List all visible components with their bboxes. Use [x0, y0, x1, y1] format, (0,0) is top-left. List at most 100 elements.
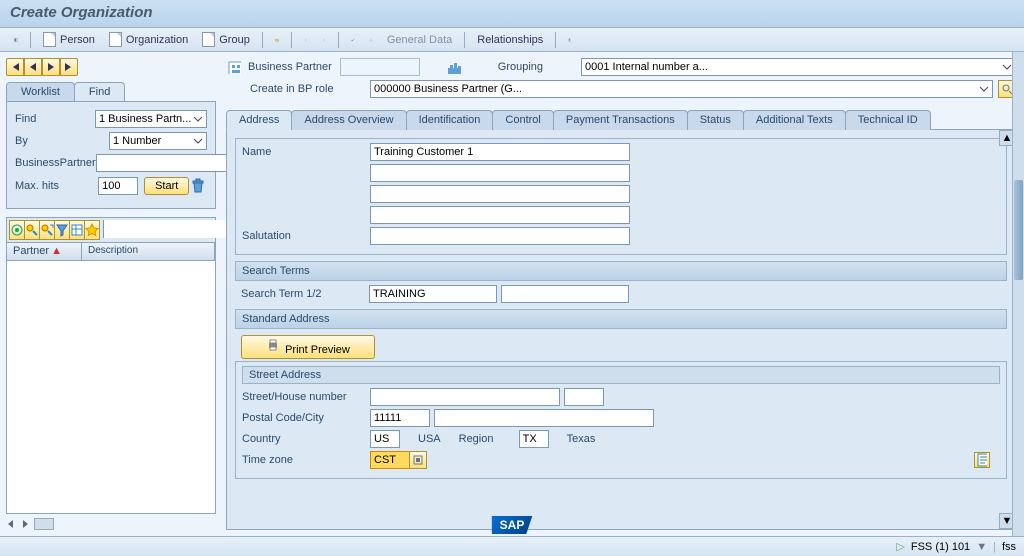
find-label: Find — [15, 113, 95, 125]
postal-label: Postal Code/City — [242, 412, 370, 424]
result-toolbar — [6, 217, 216, 242]
bp-label: Business Partner — [248, 61, 332, 73]
street-address-section: Street Address Street/House number Posta… — [235, 361, 1007, 479]
tab-address[interactable]: Address — [226, 110, 292, 130]
search-term1-input[interactable] — [369, 285, 497, 303]
main-toolbar: Person Organization Group General Data R… — [0, 28, 1024, 52]
toggle-icon[interactable] — [8, 32, 24, 48]
filter-icon[interactable] — [54, 220, 70, 240]
timezone-input[interactable] — [370, 451, 410, 469]
trash-icon[interactable] — [189, 176, 207, 196]
prev-record-icon[interactable] — [24, 58, 42, 76]
region-label: Region — [459, 433, 519, 445]
organization-label: Organization — [126, 34, 188, 46]
name4-input[interactable] — [370, 206, 630, 224]
printer-icon — [266, 338, 282, 354]
search-next-icon[interactable] — [39, 220, 55, 240]
document-icon — [202, 32, 215, 47]
server-name: fss — [1002, 541, 1016, 553]
forward-arrow-icon[interactable] — [316, 32, 332, 48]
general-data-button[interactable]: General Data — [381, 32, 458, 48]
street-input[interactable] — [370, 388, 560, 406]
system-status: FSS (1) 101 — [911, 541, 970, 553]
detail-icon[interactable] — [974, 452, 990, 468]
country-input[interactable] — [370, 430, 400, 448]
hierarchy-icon[interactable] — [363, 32, 379, 48]
general-data-label: General Data — [387, 34, 452, 46]
tab-technical-id[interactable]: Technical ID — [845, 110, 931, 130]
group-label: Group — [219, 34, 250, 46]
horizontal-scroll[interactable] — [6, 518, 216, 530]
first-record-icon[interactable] — [6, 58, 24, 76]
left-column: Worklist Find Find 1 Business Partn... B… — [0, 52, 222, 536]
search-terms-header: Search Terms — [235, 261, 1007, 281]
grouping-label: Grouping — [498, 61, 543, 73]
next-record-icon[interactable] — [42, 58, 60, 76]
tab-find[interactable]: Find — [74, 82, 125, 101]
maxhits-input[interactable] — [98, 177, 138, 195]
back-arrow-icon[interactable] — [298, 32, 314, 48]
timezone-lookup-icon[interactable] — [409, 451, 427, 469]
by-label: By — [15, 135, 109, 147]
bp-header-row: Business Partner Grouping 0001 Internal … — [226, 58, 1016, 76]
tab-identification[interactable]: Identification — [406, 110, 494, 130]
bp-label: BusinessPartner — [15, 157, 96, 169]
person-button[interactable]: Person — [37, 30, 101, 49]
col-partner[interactable]: Partner▲ — [7, 243, 82, 260]
document-icon — [109, 32, 122, 47]
group-button[interactable]: Group — [196, 30, 256, 49]
tab-status[interactable]: Status — [687, 110, 744, 130]
houseno-input[interactable] — [564, 388, 604, 406]
relationships-button[interactable]: Relationships — [471, 32, 549, 48]
region-input[interactable] — [519, 430, 549, 448]
favorite-icon[interactable] — [84, 220, 100, 240]
tab-control[interactable]: Control — [492, 110, 553, 130]
by-select[interactable]: 1 Number — [109, 132, 207, 150]
sap-logo: SAP — [492, 516, 533, 534]
result-header: Partner▲ Description — [7, 243, 215, 261]
open-folder-icon[interactable] — [269, 32, 285, 48]
search-icon[interactable] — [24, 220, 40, 240]
country-name: USA — [418, 433, 441, 445]
bp-role-row: Create in BP role 000000 Business Partne… — [226, 80, 1016, 98]
tab-worklist[interactable]: Worklist — [6, 82, 75, 101]
check-icon[interactable] — [345, 32, 361, 48]
search-panel: Find 1 Business Partn... By 1 Number Bus… — [6, 101, 216, 209]
name2-input[interactable] — [370, 164, 630, 182]
organization-button[interactable]: Organization — [103, 30, 194, 49]
document-icon — [43, 32, 56, 47]
name-section: Name Salutation — [235, 138, 1007, 255]
relationships-label: Relationships — [477, 34, 543, 46]
salutation-label: Salutation — [242, 230, 370, 242]
tab-additional-texts[interactable]: Additional Texts — [743, 110, 846, 130]
last-record-icon[interactable] — [60, 58, 78, 76]
execute-icon[interactable] — [9, 220, 25, 240]
city-input[interactable] — [434, 409, 654, 427]
search-term2-input[interactable] — [501, 285, 629, 303]
nav-buttons — [6, 58, 216, 76]
title-bar: Create Organization — [0, 0, 1024, 28]
print-preview-button[interactable]: Print Preview — [241, 335, 375, 359]
layout-icon[interactable] — [69, 220, 85, 240]
region-name: Texas — [567, 433, 596, 445]
main-area: Worklist Find Find 1 Business Partn... B… — [0, 52, 1024, 536]
tab-address-overview[interactable]: Address Overview — [291, 110, 406, 130]
start-button[interactable]: Start — [144, 177, 189, 195]
main-tabs: Address Address Overview Identification … — [226, 110, 1016, 130]
role-label: Create in BP role — [250, 83, 362, 95]
name-input[interactable] — [370, 143, 630, 161]
role-select[interactable]: 000000 Business Partner (G... — [370, 80, 993, 98]
side-tabs: Worklist Find — [6, 82, 216, 101]
salutation-input[interactable] — [370, 227, 630, 245]
user-settings-icon[interactable] — [562, 32, 578, 48]
find-select[interactable]: 1 Business Partn... — [95, 110, 207, 128]
tab-payment[interactable]: Payment Transactions — [553, 110, 688, 130]
name3-input[interactable] — [370, 185, 630, 203]
standard-address-header: Standard Address — [235, 309, 1007, 329]
timezone-label: Time zone — [242, 454, 370, 466]
result-grid: Partner▲ Description — [6, 242, 216, 514]
grouping-icon[interactable] — [446, 59, 462, 75]
grouping-select[interactable]: 0001 Internal number a... — [581, 58, 1016, 76]
postal-input[interactable] — [370, 409, 430, 427]
col-description[interactable]: Description — [82, 243, 215, 260]
